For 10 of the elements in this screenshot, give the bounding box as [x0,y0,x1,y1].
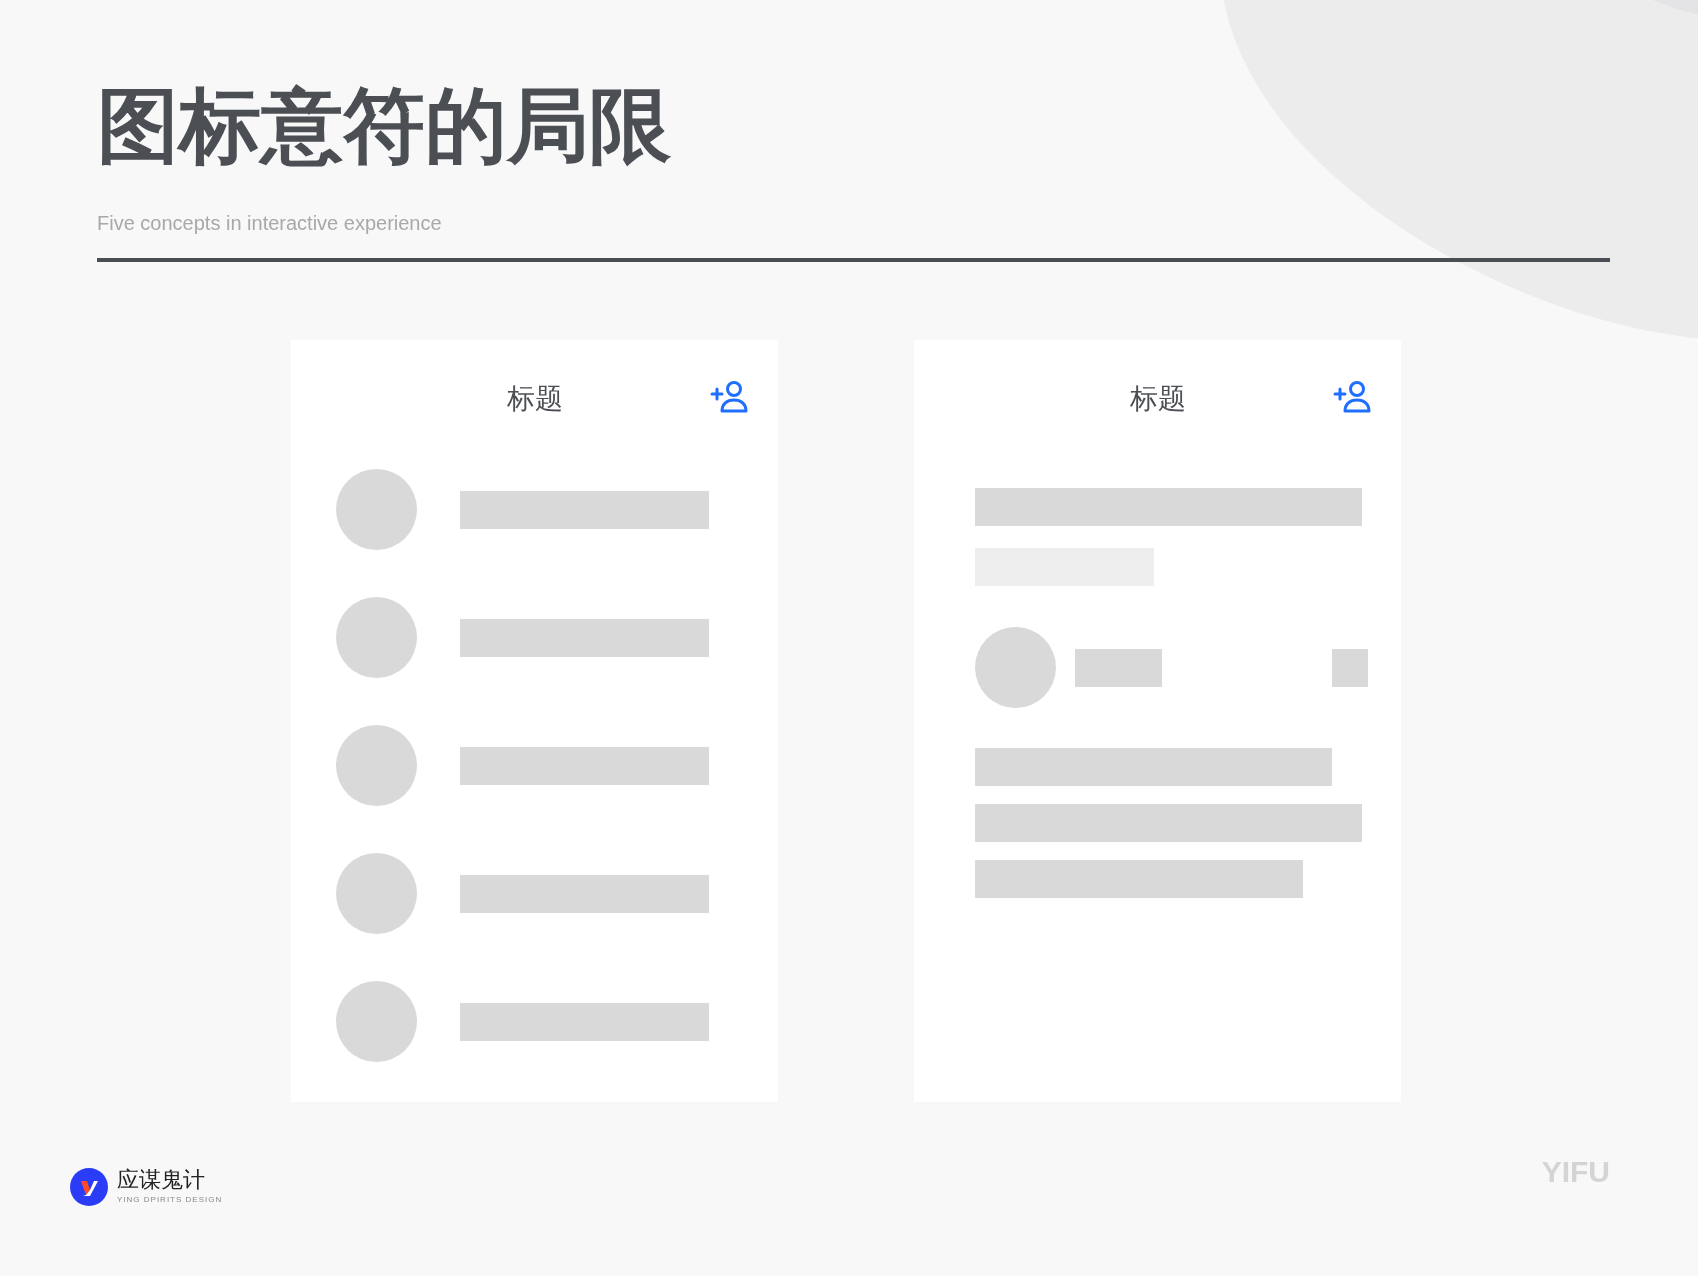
add-user-icon[interactable] [710,380,748,414]
header-title: 标题 [506,381,563,416]
placeholder-square [1332,648,1368,687]
header-title: 标题 [1129,381,1186,416]
page-title: 图标意符的局限 [97,78,672,174]
add-user-icon[interactable] [1333,380,1371,414]
page-subtitle: Five concepts in interactive experience [97,211,443,236]
brand-tagline: YING DPIRITS DESIGN [117,1194,223,1206]
brand-name: 应谋鬼计 [117,1168,206,1192]
brand-logo-icon [70,1168,108,1206]
